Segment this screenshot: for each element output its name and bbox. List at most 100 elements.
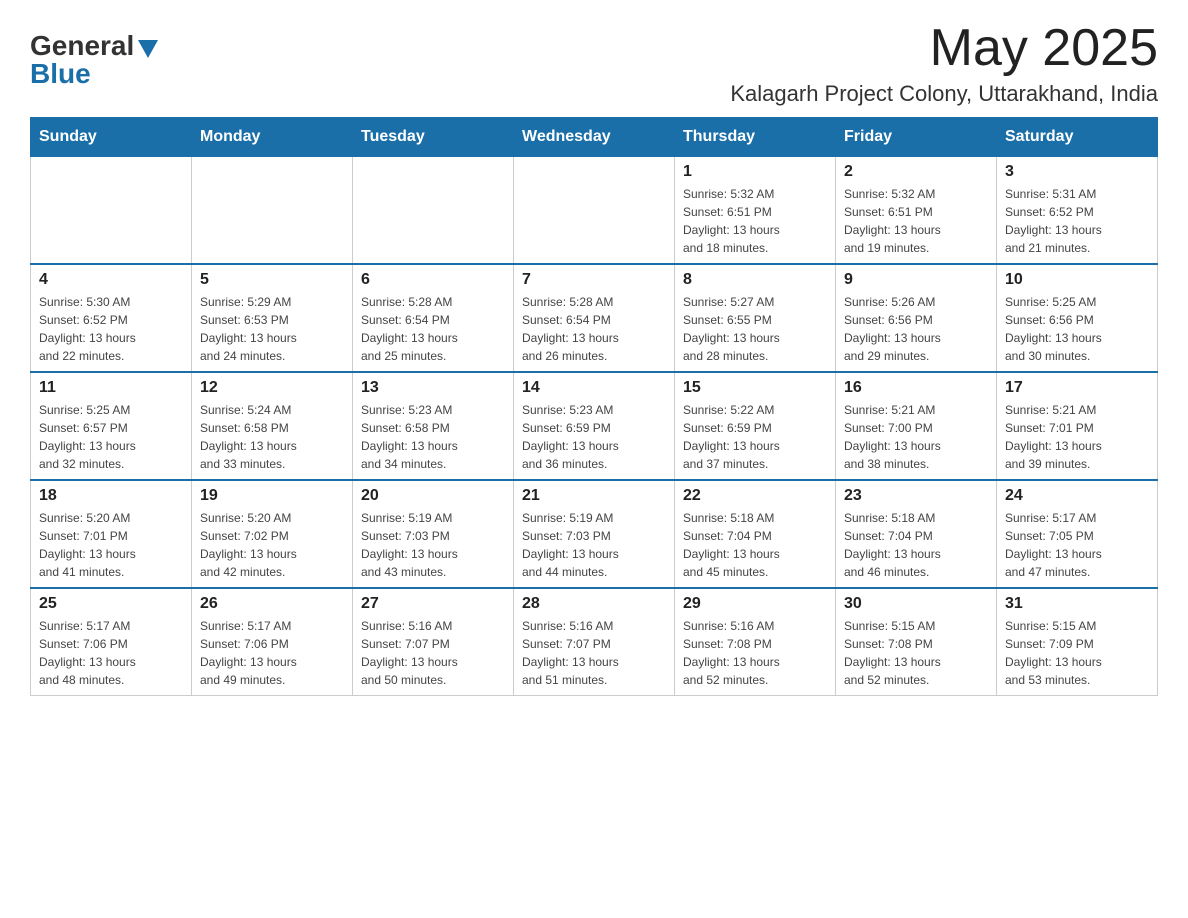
day-info: Sunrise: 5:18 AMSunset: 7:04 PMDaylight:… [844, 509, 988, 581]
logo-blue-text: Blue [30, 58, 91, 90]
calendar-cell [31, 157, 192, 265]
calendar-cell: 16 Sunrise: 5:21 AMSunset: 7:00 PMDayligh… [836, 372, 997, 480]
calendar-cell: 12 Sunrise: 5:24 AMSunset: 6:58 PMDayligh… [192, 372, 353, 480]
calendar: SundayMondayTuesdayWednesdayThursdayFrid… [30, 117, 1158, 696]
weekday-header-monday: Monday [192, 118, 353, 157]
day-number: 29 [683, 595, 827, 613]
day-info: Sunrise: 5:24 AMSunset: 6:58 PMDaylight:… [200, 401, 344, 473]
calendar-cell: 21 Sunrise: 5:19 AMSunset: 7:03 PMDayligh… [514, 480, 675, 588]
day-number: 19 [200, 487, 344, 505]
calendar-cell: 2 Sunrise: 5:32 AMSunset: 6:51 PMDaylight… [836, 157, 997, 265]
day-info: Sunrise: 5:23 AMSunset: 6:58 PMDaylight:… [361, 401, 505, 473]
calendar-cell: 23 Sunrise: 5:18 AMSunset: 7:04 PMDayligh… [836, 480, 997, 588]
day-info: Sunrise: 5:19 AMSunset: 7:03 PMDaylight:… [522, 509, 666, 581]
calendar-cell: 15Sunrise: 5:22 AMSunset: 6:59 PMDayligh… [675, 372, 836, 480]
day-number: 13 [361, 379, 505, 397]
calendar-cell: 10 Sunrise: 5:25 AMSunset: 6:56 PMDayligh… [997, 264, 1158, 372]
day-info: Sunrise: 5:17 AMSunset: 7:06 PMDaylight:… [200, 617, 344, 689]
calendar-cell: 4 Sunrise: 5:30 AMSunset: 6:52 PMDaylight… [31, 264, 192, 372]
calendar-cell: 6 Sunrise: 5:28 AMSunset: 6:54 PMDaylight… [353, 264, 514, 372]
week-row-3: 11Sunrise: 5:25 AMSunset: 6:57 PMDayligh… [31, 372, 1158, 480]
calendar-cell: 7 Sunrise: 5:28 AMSunset: 6:54 PMDaylight… [514, 264, 675, 372]
calendar-cell [514, 157, 675, 265]
logo-triangle-icon [138, 40, 158, 58]
day-info: Sunrise: 5:31 AMSunset: 6:52 PMDaylight:… [1005, 185, 1149, 257]
calendar-cell: 3 Sunrise: 5:31 AMSunset: 6:52 PMDaylight… [997, 157, 1158, 265]
day-number: 15 [683, 379, 827, 397]
day-info: Sunrise: 5:30 AMSunset: 6:52 PMDaylight:… [39, 293, 183, 365]
day-number: 2 [844, 163, 988, 181]
day-number: 30 [844, 595, 988, 613]
calendar-cell: 8Sunrise: 5:27 AMSunset: 6:55 PMDaylight… [675, 264, 836, 372]
day-info: Sunrise: 5:21 AMSunset: 7:01 PMDaylight:… [1005, 401, 1149, 473]
calendar-cell: 9 Sunrise: 5:26 AMSunset: 6:56 PMDaylight… [836, 264, 997, 372]
calendar-cell: 25Sunrise: 5:17 AMSunset: 7:06 PMDayligh… [31, 588, 192, 696]
calendar-cell: 17 Sunrise: 5:21 AMSunset: 7:01 PMDayligh… [997, 372, 1158, 480]
day-info: Sunrise: 5:18 AMSunset: 7:04 PMDaylight:… [683, 509, 827, 581]
calendar-cell [192, 157, 353, 265]
week-row-5: 25Sunrise: 5:17 AMSunset: 7:06 PMDayligh… [31, 588, 1158, 696]
day-number: 17 [1005, 379, 1149, 397]
weekday-header-sunday: Sunday [31, 118, 192, 157]
location-title: Kalagarh Project Colony, Uttarakhand, In… [730, 81, 1158, 107]
day-number: 5 [200, 271, 344, 289]
calendar-cell [353, 157, 514, 265]
weekday-header-thursday: Thursday [675, 118, 836, 157]
day-number: 20 [361, 487, 505, 505]
calendar-cell: 18 Sunrise: 5:20 AMSunset: 7:01 PMDayligh… [31, 480, 192, 588]
calendar-cell: 20 Sunrise: 5:19 AMSunset: 7:03 PMDayligh… [353, 480, 514, 588]
calendar-cell: 27Sunrise: 5:16 AMSunset: 7:07 PMDayligh… [353, 588, 514, 696]
day-number: 31 [1005, 595, 1149, 613]
weekday-header-wednesday: Wednesday [514, 118, 675, 157]
day-info: Sunrise: 5:16 AMSunset: 7:07 PMDaylight:… [522, 617, 666, 689]
day-info: Sunrise: 5:25 AMSunset: 6:56 PMDaylight:… [1005, 293, 1149, 365]
weekday-header-friday: Friday [836, 118, 997, 157]
calendar-cell: 24 Sunrise: 5:17 AMSunset: 7:05 PMDayligh… [997, 480, 1158, 588]
day-info: Sunrise: 5:19 AMSunset: 7:03 PMDaylight:… [361, 509, 505, 581]
day-info: Sunrise: 5:16 AMSunset: 7:08 PMDaylight:… [683, 617, 827, 689]
calendar-cell: 31 Sunrise: 5:15 AMSunset: 7:09 PMDayligh… [997, 588, 1158, 696]
day-number: 1 [683, 163, 827, 181]
day-number: 9 [844, 271, 988, 289]
day-info: Sunrise: 5:32 AMSunset: 6:51 PMDaylight:… [683, 185, 827, 257]
weekday-header-tuesday: Tuesday [353, 118, 514, 157]
day-number: 10 [1005, 271, 1149, 289]
day-number: 22 [683, 487, 827, 505]
day-number: 24 [1005, 487, 1149, 505]
day-info: Sunrise: 5:21 AMSunset: 7:00 PMDaylight:… [844, 401, 988, 473]
day-info: Sunrise: 5:15 AMSunset: 7:09 PMDaylight:… [1005, 617, 1149, 689]
week-row-4: 18 Sunrise: 5:20 AMSunset: 7:01 PMDayligh… [31, 480, 1158, 588]
day-info: Sunrise: 5:28 AMSunset: 6:54 PMDaylight:… [361, 293, 505, 365]
day-number: 28 [522, 595, 666, 613]
day-number: 27 [361, 595, 505, 613]
header: General Blue May 2025 Kalagarh Project C… [30, 20, 1158, 107]
logo: General Blue [30, 30, 158, 90]
calendar-cell: 5 Sunrise: 5:29 AMSunset: 6:53 PMDaylight… [192, 264, 353, 372]
day-info: Sunrise: 5:26 AMSunset: 6:56 PMDaylight:… [844, 293, 988, 365]
day-info: Sunrise: 5:17 AMSunset: 7:05 PMDaylight:… [1005, 509, 1149, 581]
day-info: Sunrise: 5:20 AMSunset: 7:02 PMDaylight:… [200, 509, 344, 581]
calendar-cell: 29 Sunrise: 5:16 AMSunset: 7:08 PMDayligh… [675, 588, 836, 696]
title-area: May 2025 Kalagarh Project Colony, Uttara… [730, 20, 1158, 107]
day-number: 4 [39, 271, 183, 289]
day-info: Sunrise: 5:17 AMSunset: 7:06 PMDaylight:… [39, 617, 183, 689]
day-info: Sunrise: 5:25 AMSunset: 6:57 PMDaylight:… [39, 401, 183, 473]
week-row-2: 4 Sunrise: 5:30 AMSunset: 6:52 PMDaylight… [31, 264, 1158, 372]
calendar-cell: 14Sunrise: 5:23 AMSunset: 6:59 PMDayligh… [514, 372, 675, 480]
weekday-header-saturday: Saturday [997, 118, 1158, 157]
calendar-cell: 26Sunrise: 5:17 AMSunset: 7:06 PMDayligh… [192, 588, 353, 696]
day-info: Sunrise: 5:28 AMSunset: 6:54 PMDaylight:… [522, 293, 666, 365]
day-number: 18 [39, 487, 183, 505]
day-info: Sunrise: 5:29 AMSunset: 6:53 PMDaylight:… [200, 293, 344, 365]
day-number: 7 [522, 271, 666, 289]
day-number: 21 [522, 487, 666, 505]
day-info: Sunrise: 5:20 AMSunset: 7:01 PMDaylight:… [39, 509, 183, 581]
weekday-header-row: SundayMondayTuesdayWednesdayThursdayFrid… [31, 118, 1158, 157]
day-info: Sunrise: 5:32 AMSunset: 6:51 PMDaylight:… [844, 185, 988, 257]
day-info: Sunrise: 5:27 AMSunset: 6:55 PMDaylight:… [683, 293, 827, 365]
day-number: 3 [1005, 163, 1149, 181]
day-number: 12 [200, 379, 344, 397]
day-number: 23 [844, 487, 988, 505]
day-number: 6 [361, 271, 505, 289]
day-number: 16 [844, 379, 988, 397]
